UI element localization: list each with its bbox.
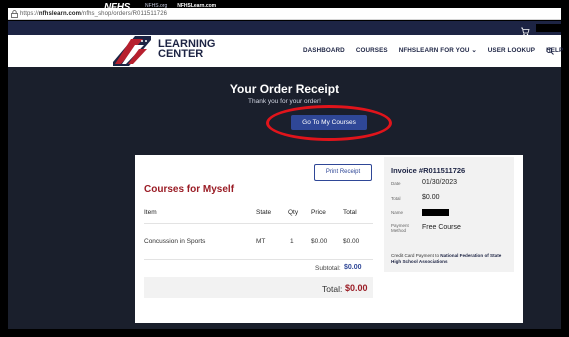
invoice-payment-label: Payment Method (391, 223, 409, 233)
row-divider (144, 259, 373, 260)
cell-price: $0.00 (311, 238, 328, 245)
invoice-date-label: Date (391, 181, 401, 186)
col-header-qty: Qty (288, 209, 299, 216)
nav-courses[interactable]: COURSES (356, 47, 388, 54)
brand-line-2: CENTER (158, 48, 204, 60)
top-utility-bar (8, 21, 564, 36)
total-value: $0.00 (345, 283, 368, 293)
lock-icon (8, 9, 20, 18)
cell-item: Concussion in Sports (144, 238, 206, 245)
total-label: Total: (322, 284, 343, 294)
nav-dashboard[interactable]: DASHBOARD (303, 47, 345, 54)
annotation-highlight-oval (266, 105, 392, 141)
col-header-total: Total (343, 209, 357, 216)
header-divider (144, 223, 373, 224)
nav-nfhslearn-for-you[interactable]: NFHSLEARN FOR YOU ⌄ (399, 47, 477, 54)
col-header-price: Price (311, 209, 326, 216)
subtotal-label: Subtotal: (315, 265, 341, 272)
col-header-state: State (256, 209, 272, 216)
invoice-date-value: 01/30/2023 (422, 179, 458, 186)
nfhs-flag-logo[interactable] (113, 36, 151, 66)
invoice-footer-text: Credit Card Payment to National Federati… (391, 253, 502, 264)
col-header-item: Item (144, 209, 157, 216)
redacted-user-box (536, 24, 564, 32)
nav-user-lookup[interactable]: USER LOOKUP (488, 47, 535, 54)
cart-icon[interactable] (520, 23, 530, 36)
section-title: Courses for Myself (144, 184, 235, 195)
invoice-name-label: Name (391, 210, 404, 215)
browser-address-bar[interactable]: https://nfhslearn.com/nfhs_shop/orders/R… (8, 8, 561, 20)
top-link-nfhslearn[interactable]: NFHSLearn.com (177, 3, 216, 9)
cell-total: $0.00 (343, 238, 360, 245)
invoice-panel: Invoice #R011511726 Date 01/30/2023 Tota… (384, 157, 514, 272)
receipt-card: Print Receipt Courses for Myself Item St… (135, 155, 523, 323)
top-link-nfhs-org[interactable]: NFHS.org (145, 3, 167, 9)
invoice-title: Invoice #R011511726 (391, 166, 466, 175)
brand-title[interactable]: LEARNING CENTER (158, 39, 215, 60)
main-navbar: LEARNING CENTER DASHBOARD COURSES NFHSLE… (8, 35, 563, 67)
cell-qty: 1 (290, 238, 294, 245)
url-text: https://nfhslearn.com/nfhs_shop/orders/R… (20, 10, 168, 17)
top-links: NFHS.org NFHSLearn.com (145, 3, 216, 9)
chevron-down-icon: ⌄ (469, 47, 477, 54)
nfhs-small-logo[interactable]: NFHS (104, 2, 130, 13)
search-icon[interactable] (546, 47, 554, 55)
redacted-name-box (422, 209, 449, 216)
screen: https://nfhslearn.com/nfhs_shop/orders/R… (0, 0, 569, 337)
invoice-total-label: Total (391, 196, 401, 201)
thank-you-text: Thank you for your order! (248, 98, 321, 105)
subtotal-value: $0.00 (344, 264, 362, 271)
cell-state: MT (256, 238, 266, 245)
nav-links: DASHBOARD COURSES NFHSLEARN FOR YOU ⌄ US… (303, 47, 563, 54)
invoice-payment-value: Free Course (422, 224, 461, 231)
invoice-total-value: $0.00 (422, 194, 440, 201)
page-title: Your Order Receipt (229, 82, 340, 96)
print-receipt-button[interactable]: Print Receipt (314, 164, 372, 181)
